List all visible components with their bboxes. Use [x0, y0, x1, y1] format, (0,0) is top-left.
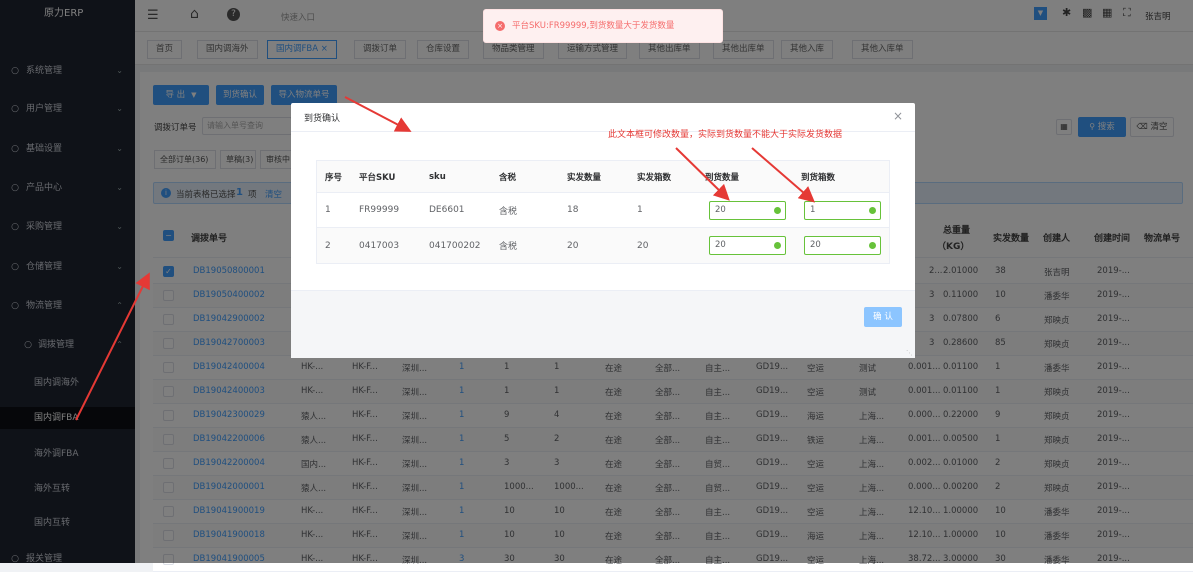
toast-message: 平台SKU:FR99999,到货数量大于发货数量: [512, 21, 675, 31]
dialog-cell: 20: [637, 240, 649, 251]
dialog-cell: 0417003: [359, 240, 400, 251]
dialog-cell: 含税: [499, 242, 518, 252]
dialog-col-header: 实发箱数: [637, 172, 672, 183]
arrived-boxes-input[interactable]: 20: [804, 236, 881, 255]
check-icon: [774, 207, 781, 214]
dialog-table-row: 2 0417003 041700202 含税 20 20 20 20: [317, 228, 889, 263]
dialog-table-header: 序号 平台SKU sku 含税 实发数量 实发箱数 到货数量 到货箱数: [317, 161, 889, 193]
check-icon: [869, 207, 876, 214]
dialog-cell: 1: [325, 205, 331, 215]
dialog-cell: 含税: [499, 206, 518, 217]
dialog-col-header: 序号: [325, 172, 343, 183]
arrival-confirm-dialog: 到货确认 × 序号 平台SKU sku 含税 实发数量 实发箱数 到货数量 到货箱数 1 FR99…: [291, 103, 915, 358]
arrival-table: 序号 平台SKU sku 含税 实发数量 实发箱数 到货数量 到货箱数 1 FR99999 DE66…: [316, 160, 890, 264]
dialog-cell: 20: [567, 240, 579, 251]
dialog-cell: 1: [637, 205, 643, 215]
dialog-cell: 18: [567, 205, 579, 215]
dialog-table-row: 1 FR99999 DE6601 含税 18 1 20 1: [317, 193, 889, 228]
dialog-footer: 确 认: [291, 290, 915, 358]
dialog-col-header: sku: [429, 171, 446, 182]
dialog-col-header: 到货数量: [705, 172, 740, 183]
check-icon: [869, 242, 876, 249]
arrived-qty-input[interactable]: 20: [709, 236, 786, 255]
check-icon: [774, 242, 781, 249]
confirm-button[interactable]: 确 认: [864, 307, 902, 327]
dialog-cell: FR99999: [359, 205, 400, 215]
arrived-qty-input[interactable]: 20: [709, 201, 786, 220]
dialog-cell: 2: [325, 240, 331, 251]
annotation-text: 此文本框可修改数量，实际到货数量不能大于实际发货数据: [608, 130, 843, 140]
dialog-cell: DE6601: [429, 205, 465, 215]
close-icon[interactable]: ×: [893, 109, 903, 123]
dialog-cell: 041700202: [429, 240, 481, 251]
dialog-col-header: 到货箱数: [801, 172, 836, 183]
dialog-col-header: 平台SKU: [359, 172, 396, 183]
arrived-boxes-input[interactable]: 1: [804, 201, 881, 220]
dialog-col-header: 含税: [499, 172, 517, 183]
resize-handle-icon[interactable]: ⋱: [906, 349, 913, 357]
error-icon: ×: [495, 21, 505, 31]
dialog-title: 到货确认: [304, 114, 341, 124]
dialog-col-header: 实发数量: [567, 172, 602, 183]
error-toast: × 平台SKU:FR99999,到货数量大于发货数量: [483, 9, 723, 43]
